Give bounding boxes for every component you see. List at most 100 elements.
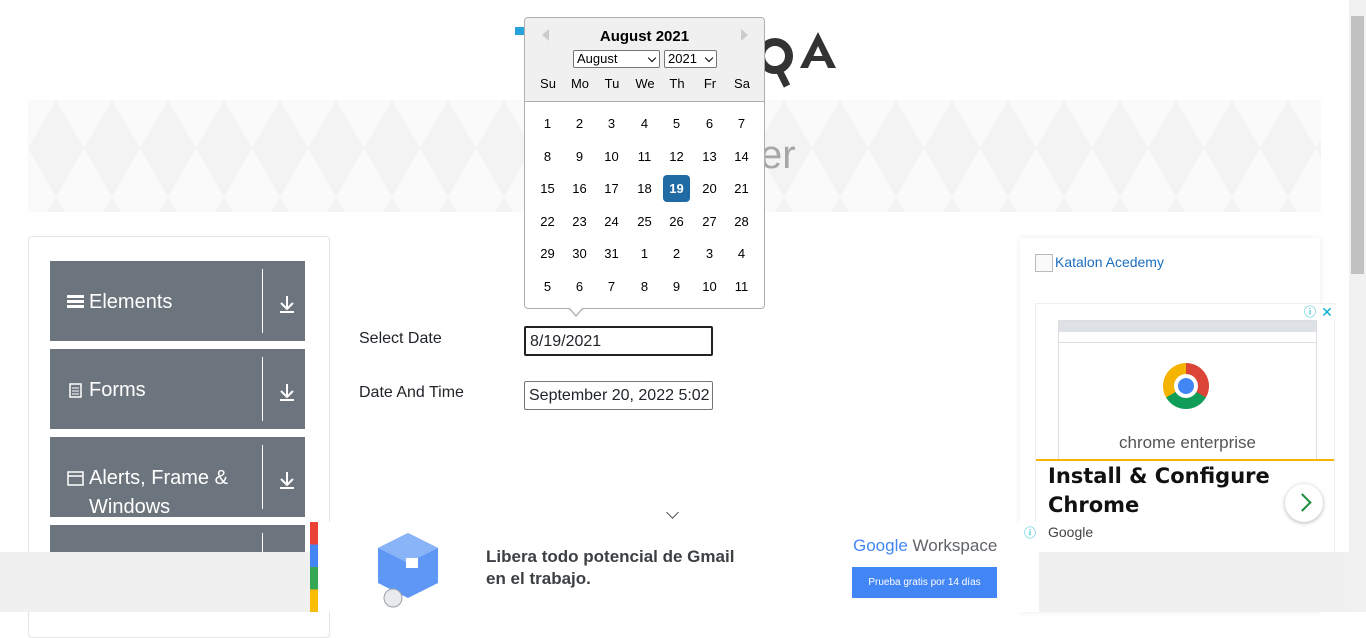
document-icon [69, 383, 82, 398]
datepicker-day[interactable]: 26 [663, 208, 690, 235]
datepicker-day[interactable]: 10 [598, 143, 625, 170]
ad-headline[interactable]: Install & Configure Chrome [1048, 462, 1288, 520]
close-icon[interactable]: ✕ [1319, 305, 1335, 320]
divider [262, 269, 263, 333]
datepicker-day[interactable]: 31 [598, 240, 625, 267]
datepicker-day-outside-month[interactable]: 5 [534, 273, 561, 300]
workspace-illustration-icon [378, 533, 438, 608]
next-month-icon[interactable] [741, 29, 748, 41]
datepicker-day-outside-month[interactable]: 11 [728, 273, 755, 300]
download-icon[interactable] [276, 469, 298, 491]
datepicker-day[interactable]: 25 [631, 208, 658, 235]
datepicker-day[interactable]: 12 [663, 143, 690, 170]
date-time-input[interactable]: September 20, 2022 5:02 [524, 381, 713, 410]
page-scrollbar[interactable] [1349, 0, 1366, 612]
datepicker-day-outside-month[interactable]: 8 [631, 273, 658, 300]
datepicker-day[interactable]: 18 [631, 175, 658, 202]
sidebar-group-label: Alerts, Frame & Windows [89, 467, 228, 518]
datepicker-day[interactable]: 5 [663, 110, 690, 137]
chevron-down-icon [704, 53, 714, 63]
weekday-label: Fr [703, 76, 717, 91]
datepicker-day-selected[interactable]: 19 [663, 175, 690, 202]
scrollbar-thumb[interactable] [1351, 16, 1364, 274]
download-icon[interactable] [276, 381, 298, 403]
katalon-ad-alt-text: Katalon Acedemy [1055, 254, 1164, 270]
datepicker-day-outside-month[interactable]: 6 [566, 273, 593, 300]
google-workspace-ad[interactable]: Libera todo potencial de Gmail en el tra… [310, 522, 1039, 612]
window-icon [67, 471, 84, 486]
datepicker-day[interactable]: 16 [566, 175, 593, 202]
ad-info-icon[interactable]: ⓘ [1024, 524, 1036, 541]
datepicker-day[interactable]: 29 [534, 240, 561, 267]
datepicker-day[interactable]: 20 [696, 175, 723, 202]
datepicker-day[interactable]: 28 [728, 208, 755, 235]
datepicker-day[interactable]: 24 [598, 208, 625, 235]
datepicker-day-outside-month[interactable]: 1 [631, 240, 658, 267]
katalon-ad-link[interactable]: Katalon Acedemy [1035, 254, 1164, 273]
google-wordmark: Google [853, 536, 908, 555]
month-select-value: August [577, 51, 618, 66]
logo-letter-a [800, 32, 836, 68]
broken-image-icon [1035, 254, 1053, 273]
datepicker-day-outside-month[interactable]: 4 [728, 240, 755, 267]
ad-next-button[interactable] [1285, 484, 1323, 522]
weekday-label: Sa [734, 76, 750, 91]
datepicker-pointer-inner [569, 307, 583, 315]
datepicker-day[interactable]: 30 [566, 240, 593, 267]
sidebar-group-label: Elements [89, 291, 173, 313]
datepicker-header: August 2021 August 2021 Su Mo Tu We Th Fr Sa [525, 18, 764, 102]
datepicker-day[interactable]: 4 [631, 110, 658, 137]
select-date-input[interactable]: 8/19/2021 [524, 326, 713, 356]
datepicker-day[interactable]: 22 [534, 208, 561, 235]
datepicker-day[interactable]: 8 [534, 143, 561, 170]
ad-text: Libera todo potencial de Gmail en el tra… [486, 547, 735, 588]
weekday-label: We [635, 76, 655, 91]
datepicker-day[interactable]: 6 [696, 110, 723, 137]
datepicker-popup: August 2021 August 2021 Su Mo Tu We Th Fr Sa 1… [524, 17, 765, 309]
chrome-enterprise-text: chrome enterprise [1118, 433, 1256, 452]
datepicker-day-outside-month[interactable]: 7 [598, 273, 625, 300]
sidebar-group-label: Forms [89, 379, 146, 401]
year-select[interactable]: 2021 [664, 50, 717, 68]
chevron-down-icon[interactable] [666, 506, 679, 519]
datepicker-day-outside-month[interactable]: 9 [663, 273, 690, 300]
sidebar-group-forms[interactable]: Forms [50, 349, 305, 429]
browser-tabs [1059, 321, 1316, 332]
datepicker-day[interactable]: 11 [631, 143, 658, 170]
datepicker-current-month: August 2021 [599, 28, 690, 45]
download-icon[interactable] [276, 293, 298, 315]
datepicker-day[interactable]: 1 [534, 110, 561, 137]
month-select[interactable]: August [573, 50, 660, 68]
datepicker-day[interactable]: 2 [566, 110, 593, 137]
chrome-logo-icon [1163, 363, 1209, 409]
datepicker-day-outside-month[interactable]: 10 [696, 273, 723, 300]
datepicker-day[interactable]: 14 [728, 143, 755, 170]
datepicker-day[interactable]: 15 [534, 175, 561, 202]
google-workspace-logo: Google Workspace [853, 536, 997, 556]
datepicker-day[interactable]: 23 [566, 208, 593, 235]
workspace-wordmark: Workspace [907, 536, 998, 555]
divider [262, 357, 263, 421]
datepicker-day[interactable]: 3 [598, 110, 625, 137]
datepicker-day-outside-month[interactable]: 2 [663, 240, 690, 267]
adchoices-icon[interactable]: ⓘ [1302, 305, 1318, 320]
free-trial-button[interactable]: Prueba gratis por 14 días [852, 567, 997, 598]
weekday-label: Mo [570, 76, 590, 91]
datepicker-day[interactable]: 21 [728, 175, 755, 202]
date-time-label: Date And Time [359, 384, 464, 401]
datepicker-day[interactable]: 7 [728, 110, 755, 137]
weekday-label: Tu [604, 76, 620, 91]
chevron-down-icon [647, 53, 657, 63]
chrome-enterprise-ad[interactable]: chrome enterprise Install & Configure Ch… [1035, 303, 1335, 553]
select-date-label: Select Date [359, 330, 442, 347]
menu-icon [67, 295, 84, 308]
google-color-stripe [310, 522, 318, 612]
sidebar-group-alerts-frame-windows[interactable]: Alerts, Frame & Windows [50, 437, 305, 518]
datepicker-day[interactable]: 9 [566, 143, 593, 170]
datepicker-day[interactable]: 13 [696, 143, 723, 170]
datepicker-day[interactable]: 27 [696, 208, 723, 235]
sidebar-group-elements[interactable]: Elements [50, 261, 305, 341]
divider [1036, 459, 1334, 461]
datepicker-day[interactable]: 17 [598, 175, 625, 202]
datepicker-day-outside-month[interactable]: 3 [696, 240, 723, 267]
